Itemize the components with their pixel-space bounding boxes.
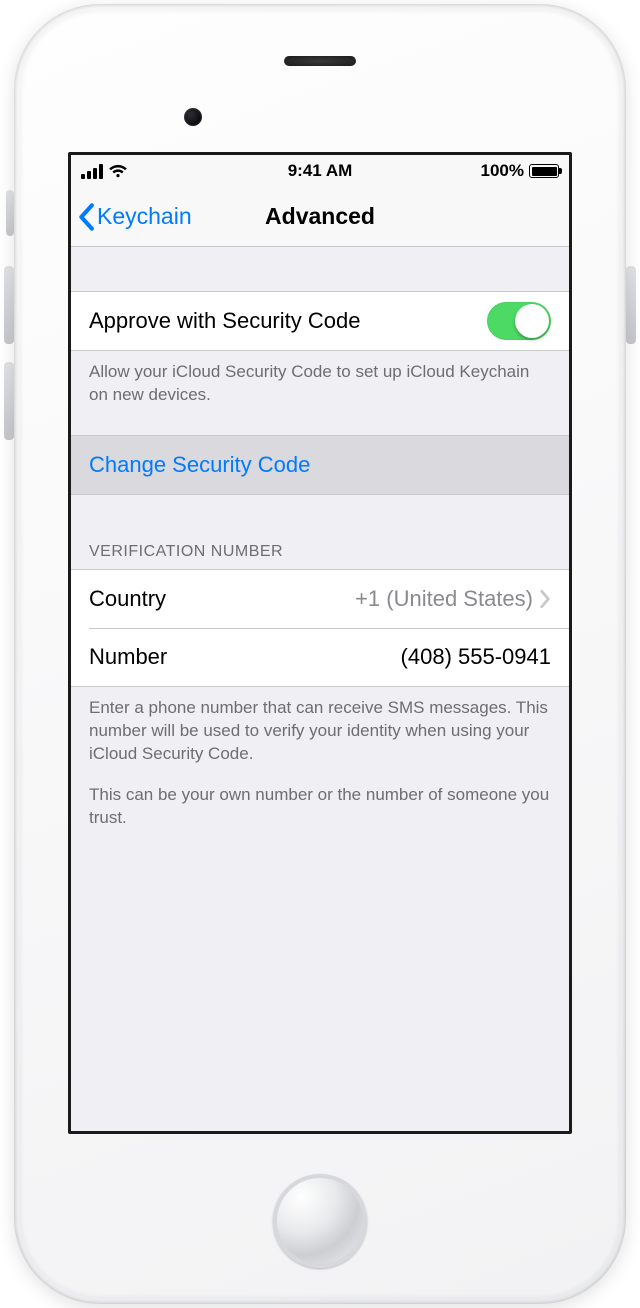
volume-up-button (4, 266, 14, 344)
screen: 9:41 AM 100% Keychain Advanced (68, 152, 572, 1134)
page-title: Advanced (265, 203, 375, 230)
country-label: Country (89, 586, 166, 612)
volume-down-button (4, 362, 14, 440)
number-value: (408) 555-0941 (401, 644, 551, 670)
front-camera (184, 108, 202, 126)
number-row[interactable]: Number (408) 555-0941 (71, 628, 569, 686)
verification-header: VERIFICATION NUMBER (71, 535, 569, 569)
cellular-signal-icon (81, 164, 103, 179)
battery-icon (529, 164, 559, 178)
number-label: Number (89, 644, 167, 670)
mute-switch (6, 190, 14, 236)
wifi-icon (108, 164, 128, 179)
back-label: Keychain (97, 203, 192, 230)
earpiece-speaker (284, 56, 356, 66)
phone-frame: 9:41 AM 100% Keychain Advanced (14, 4, 626, 1304)
change-security-code-row[interactable]: Change Security Code (71, 436, 569, 494)
back-button[interactable]: Keychain (77, 187, 192, 246)
approve-security-code-toggle[interactable] (487, 302, 551, 340)
country-value: +1 (United States) (355, 586, 533, 612)
chevron-left-icon (77, 203, 95, 231)
power-button (626, 266, 636, 344)
home-button[interactable] (273, 1174, 367, 1268)
approve-security-code-label: Approve with Security Code (89, 308, 360, 334)
battery-percent: 100% (481, 161, 524, 181)
change-security-code-label: Change Security Code (89, 452, 310, 478)
status-bar: 9:41 AM 100% (71, 155, 569, 187)
verification-footer: Enter a phone number that can receive SM… (71, 687, 569, 830)
approve-footer: Allow your iCloud Security Code to set u… (71, 351, 569, 407)
approve-security-code-row: Approve with Security Code (71, 292, 569, 350)
nav-bar: Keychain Advanced (71, 187, 569, 247)
country-row[interactable]: Country +1 (United States) (71, 570, 569, 628)
chevron-right-icon (539, 589, 551, 609)
